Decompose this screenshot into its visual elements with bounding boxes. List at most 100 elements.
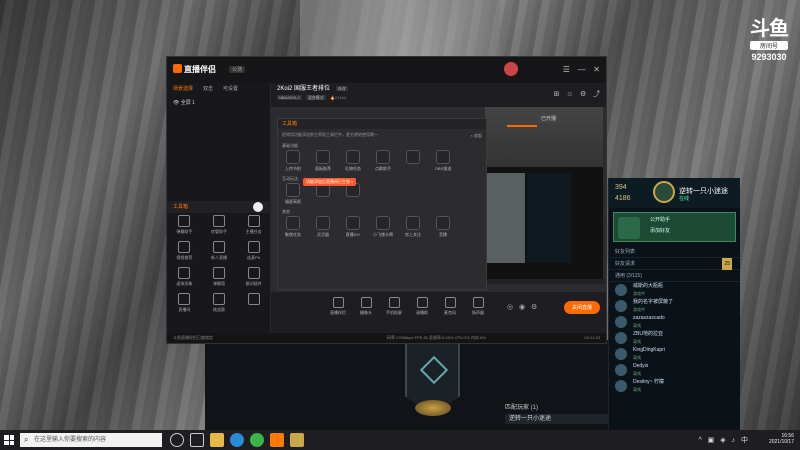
tab-settings[interactable]: 可设置 — [223, 83, 238, 95]
gold-ornament — [415, 400, 451, 416]
toolbox-item[interactable]: 聚焦任务 — [282, 216, 304, 238]
tool-item[interactable]: 主播任务 — [236, 215, 271, 235]
friend-row[interactable]: ZBU地的拉亚 离线 — [609, 330, 740, 346]
tool-item[interactable]: 直播间 — [167, 293, 202, 313]
friend-request-row[interactable]: 好友请求 25 — [609, 258, 740, 270]
collapse-button[interactable]: × 收起 — [471, 133, 482, 139]
task-view-icon[interactable] — [190, 433, 204, 447]
toolbox-item[interactable]: 灵活器 — [312, 216, 334, 238]
tool-item[interactable]: 挑战赛 — [202, 293, 237, 313]
toolbox-panel: 工具箱 把常用功能添加到主界面工具栏中，更方便地使用哦～ × 收起 基础功能 上… — [277, 118, 487, 290]
control-button[interactable]: 扬声器 — [467, 297, 489, 316]
tools-grid: 弹幕助手 房管助手 主播任务 视频推荐 新人直播 连麦PK 虚拟形象 弹幕墙 歌… — [167, 215, 271, 313]
friend-status: 离线 — [633, 323, 641, 328]
toolbox-item[interactable]: 点歌助手 — [372, 150, 394, 172]
toolbox-item[interactable]: 福星高照 — [282, 183, 304, 205]
toolbox-item[interactable]: 房上关注 — [402, 216, 424, 238]
added-tooltip[interactable]: 功能添加后直播间已生效 × — [303, 178, 357, 186]
share-icon[interactable]: ⤴ — [593, 91, 600, 98]
toolbox-item[interactable]: 小飞猪卡牌 — [372, 216, 394, 238]
menu-icon[interactable]: ☰ — [563, 65, 570, 74]
tool-icon — [247, 241, 260, 253]
tool-icon — [406, 150, 420, 164]
screen-icon[interactable]: ◉ — [519, 303, 525, 311]
control-button[interactable]: 麦克风 — [439, 297, 461, 316]
tool-item[interactable]: 视频推荐 — [167, 241, 202, 261]
tool-item[interactable] — [236, 293, 271, 313]
friend-name: KingDingKapri — [633, 347, 665, 353]
category-tag[interactable]: NBA2KOL2 — [277, 95, 302, 100]
friend-list-tab[interactable]: 好友列表 — [609, 246, 740, 258]
control-button[interactable]: 摄像头 — [355, 297, 377, 316]
edit-title-button[interactable]: 修改 — [335, 86, 348, 91]
tool-item[interactable]: 弹幕助手 — [167, 215, 202, 235]
tool-item[interactable]: 连麦PK — [236, 241, 271, 261]
friend-row[interactable]: zazaszascado 离线 — [609, 314, 740, 330]
edge-icon[interactable] — [230, 433, 244, 447]
control-label: 摄像头 — [360, 310, 372, 315]
tab-double[interactable]: 双击 — [203, 83, 213, 95]
tool-item[interactable]: 房管助手 — [202, 215, 237, 235]
toolbox-item[interactable]: OBS推流 — [432, 150, 454, 172]
settings-icon[interactable]: ⚙ — [580, 91, 586, 98]
friend-row[interactable]: KingDingKapri 离线 — [609, 346, 740, 362]
mode-tag[interactable]: 混合模式 — [305, 95, 326, 100]
cortana-icon[interactable] — [170, 433, 184, 447]
tool-item[interactable]: 弹幕墙 — [202, 267, 237, 287]
mic-monitor-icon[interactable]: ◎ — [507, 303, 513, 311]
streaming-app-icon[interactable] — [270, 433, 284, 447]
friend-row[interactable]: 威斯的大瓶瓶 游戏中 — [609, 282, 740, 298]
lol-club-card[interactable]: 公开助手 添加好友 — [613, 212, 736, 242]
go-live-button[interactable]: 关闭直播 — [563, 301, 600, 314]
tab-scene[interactable]: 场景选择 — [173, 83, 193, 95]
control-button[interactable]: 手机投屏 — [383, 297, 405, 316]
friend-row[interactable]: 我的名字被屏蔽了 游戏中 — [609, 298, 740, 314]
viewer-count: 21444 — [334, 95, 347, 100]
friend-name: 威斯的大瓶瓶 — [633, 283, 664, 289]
lol-icon[interactable] — [290, 433, 304, 447]
folder-icon[interactable] — [210, 433, 224, 447]
streaming-app-window: 直播伴侣 公测 ☰ — ✕ 场景选择 双击 可设置 👁 全屏 1 工具箱 弹幕助… — [166, 56, 607, 344]
toolbox-item[interactable]: 音播 — [432, 216, 454, 238]
user-icon[interactable]: ☺ — [566, 91, 573, 98]
toolbox-item[interactable] — [402, 150, 424, 172]
friend-row[interactable]: Destiny~ 柠檬 离线 — [609, 378, 740, 394]
minimize-icon[interactable]: — — [578, 65, 586, 74]
friend-name: Dedyis — [633, 363, 649, 369]
control-label: 扬声器 — [472, 310, 484, 315]
taskbar-apps — [170, 433, 304, 447]
eye-icon[interactable]: 👁 — [173, 100, 179, 106]
tool-icon — [212, 267, 225, 279]
close-icon[interactable]: ✕ — [593, 65, 600, 74]
friend-group-header[interactable]: 通用 (3/115) — [609, 270, 740, 282]
tool-label: 主播任务 — [245, 229, 262, 234]
friend-row[interactable]: Dedyis 离线 — [609, 362, 740, 378]
toolbox-item[interactable]: 面板推荐 — [312, 150, 334, 172]
tool-item[interactable]: 歌词插件 — [236, 267, 271, 287]
preview-inner — [527, 173, 571, 263]
tool-label: 新人直播 — [210, 255, 227, 260]
preview-progress — [507, 125, 537, 127]
toolbox-item[interactable]: 上传节拍 — [282, 150, 304, 172]
control-button[interactable]: 录播助 — [411, 297, 433, 316]
queue-label: 匹配玩家 (1) — [505, 405, 539, 411]
toolbox-item[interactable]: 直播DIY — [342, 216, 364, 238]
toolbox-item[interactable] — [312, 183, 334, 205]
tool-item[interactable]: 新人直播 — [202, 241, 237, 261]
tool-icon — [286, 183, 300, 197]
toolbox-item[interactable] — [342, 183, 364, 205]
gear-icon[interactable]: ⚙ — [531, 303, 537, 311]
taskbar-search-input[interactable]: 在这里输入你要搜索的内容 — [20, 433, 162, 447]
tool-item[interactable]: 虚拟形象 — [167, 267, 202, 287]
gift-icon[interactable]: ⊞ — [554, 91, 560, 98]
control-button[interactable]: 直播伴侣 — [327, 297, 349, 316]
avatar[interactable] — [653, 181, 675, 203]
toolbox-item[interactable]: 礼物任务 — [342, 150, 364, 172]
tool-icon — [286, 216, 300, 230]
scene-item[interactable]: 👁 全屏 1 — [167, 95, 270, 110]
avatar[interactable] — [504, 62, 518, 76]
wechat-icon[interactable] — [250, 433, 264, 447]
windows-start-icon[interactable] — [4, 435, 14, 445]
clock[interactable]: 16:56 2021/10/17 — [769, 433, 794, 445]
tray-icons[interactable]: ^ ▣ ◈ ♪ 中 — [698, 435, 750, 445]
